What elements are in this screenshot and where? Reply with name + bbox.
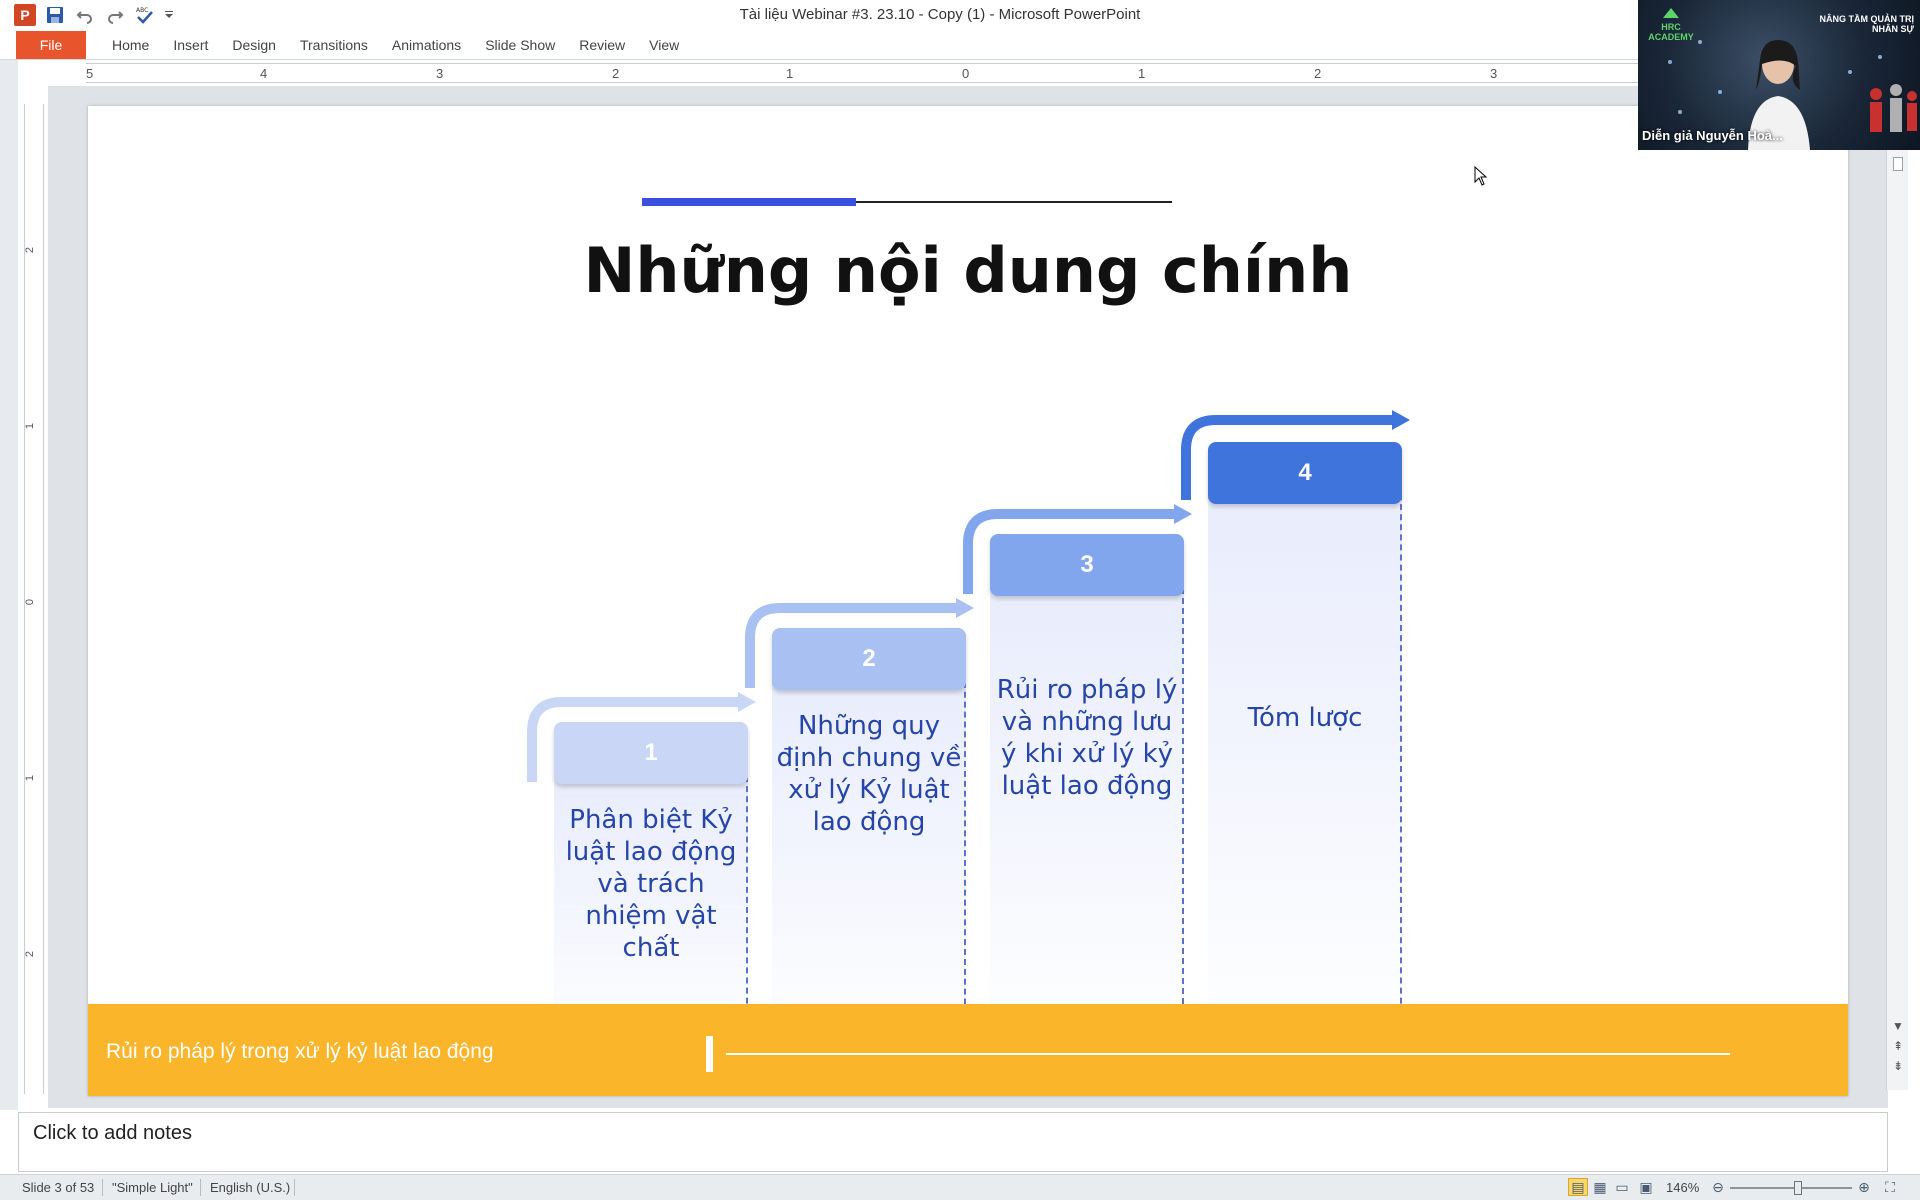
ribbon-tab-list: Home Insert Design Transitions Animation… [100,30,691,60]
tab-design[interactable]: Design [220,30,288,60]
status-separator [294,1179,295,1196]
ruler-label: 4 [260,66,268,81]
tab-review[interactable]: Review [567,30,637,60]
title-bar: P ABC Tài liệu Webinar #3. 23.10 - Copy … [0,0,1920,30]
zoom-slider-track[interactable] [1730,1187,1852,1189]
normal-view-icon[interactable]: ▤ [1568,1178,1588,1196]
window-title: Tài liệu Webinar #3. 23.10 - Copy (1) - … [739,6,1141,23]
notes-pane[interactable]: Click to add notes [18,1112,1888,1172]
slide-number-indicator[interactable]: Slide 3 of 53 [22,1180,94,1195]
step-box-1[interactable]: 1 [554,722,748,784]
tab-view[interactable]: View [637,30,691,60]
reading-view-icon[interactable]: ▭ [1612,1178,1632,1196]
academy-logo: HRC ACADEMY [1648,6,1694,42]
step-text-4[interactable]: Tóm lược [1208,702,1402,734]
ruler-label: 2 [24,950,37,958]
speaker-name-caption: Diễn giả Nguyễn Hoà... [1642,128,1783,143]
fit-to-window-icon[interactable]: ⛶ [1880,1178,1900,1196]
theme-name[interactable]: "Simple Light" [112,1180,193,1195]
footer-vertical-mark [706,1036,713,1072]
previous-slide-icon[interactable]: ⇞ [1887,1036,1909,1056]
ruler-label: 1 [24,422,37,430]
ruler-label: 2 [1314,66,1322,81]
ruler-label: 0 [24,598,37,606]
horizontal-ruler[interactable]: 5 4 3 2 1 0 1 2 3 [86,63,1646,83]
footer-line [726,1053,1730,1055]
vertical-ruler[interactable]: 2 1 0 1 2 [24,104,44,1094]
zoom-out-icon[interactable]: ⊖ [1708,1178,1728,1196]
tab-home[interactable]: Home [100,30,161,60]
network-node [1678,110,1682,114]
ruler-label: 2 [612,66,620,81]
staircase-arrows [527,410,1410,782]
tab-slide-show[interactable]: Slide Show [473,30,567,60]
status-bar: Slide 3 of 53 "Simple Light" English (U.… [0,1174,1920,1200]
slide-footer-bar: Rủi ro pháp lý trong xử lý kỷ luật lao đ… [88,1004,1848,1096]
ruler-label: 3 [1490,66,1498,81]
slide-show-icon[interactable]: ▣ [1636,1178,1656,1196]
vertical-scrollbar[interactable]: ▼ ⇞ ⇟ [1886,150,1908,1090]
network-node [1878,55,1882,59]
ruler-label: 1 [786,66,794,81]
zoom-level[interactable]: 146% [1666,1180,1699,1195]
webinar-video-overlay[interactable]: HRC ACADEMY NÂNG TẦM QUẢN TRỊ NHÂN SỰ Di… [1638,0,1920,150]
mouse-cursor-icon [1474,166,1488,186]
network-node [1718,90,1722,94]
network-node [1698,40,1702,44]
network-node [1848,70,1852,74]
tab-transitions[interactable]: Transitions [288,30,380,60]
footer-text[interactable]: Rủi ro pháp lý trong xử lý kỷ luật lao đ… [106,1040,494,1064]
zoom-in-icon[interactable]: ⊕ [1854,1178,1874,1196]
step-text-2[interactable]: Những quy định chung về xử lý Kỷ luật la… [772,710,966,838]
step-box-3[interactable]: 3 [990,534,1184,596]
ruler-label: 1 [1138,66,1146,81]
academy-logo-text: HRC ACADEMY [1648,22,1694,42]
ruler-label: 0 [962,66,970,81]
step-text-1[interactable]: Phân biệt Kỷ luật lao động và trách nhiệ… [554,804,748,964]
status-separator [102,1179,103,1196]
step-text-3[interactable]: Rủi ro pháp lý và những lưu ý khi xử lý … [990,674,1184,802]
ruler-label: 5 [86,66,94,81]
status-separator [200,1179,201,1196]
step-box-2[interactable]: 2 [772,628,966,690]
tab-animations[interactable]: Animations [380,30,473,60]
next-slide-icon[interactable]: ⇟ [1887,1056,1909,1076]
ribbon-tabs: File Home Insert Design Transitions Anim… [0,30,1920,60]
ruler-label: 3 [436,66,444,81]
ruler-label: 1 [24,774,37,782]
step-box-4[interactable]: 4 [1208,442,1402,504]
scroll-down-icon[interactable]: ▼ [1887,1016,1909,1036]
people-graphic-icon [1870,84,1917,132]
scroll-thumb[interactable] [1887,154,1909,174]
slide-sorter-icon[interactable]: ▦ [1590,1178,1610,1196]
tab-insert[interactable]: Insert [161,30,220,60]
language-indicator[interactable]: English (U.S.) [210,1180,290,1195]
file-tab[interactable]: File [16,31,86,59]
notes-placeholder[interactable]: Click to add notes [33,1122,192,1145]
network-node [1668,60,1672,64]
slides-pane-collapsed[interactable] [0,60,18,1110]
zoom-slider-thumb[interactable] [1794,1181,1802,1195]
ruler-label: 2 [24,246,37,254]
slide-canvas[interactable]: Những nội dung chính 1 2 3 4 Phân biệt K… [88,106,1848,1096]
